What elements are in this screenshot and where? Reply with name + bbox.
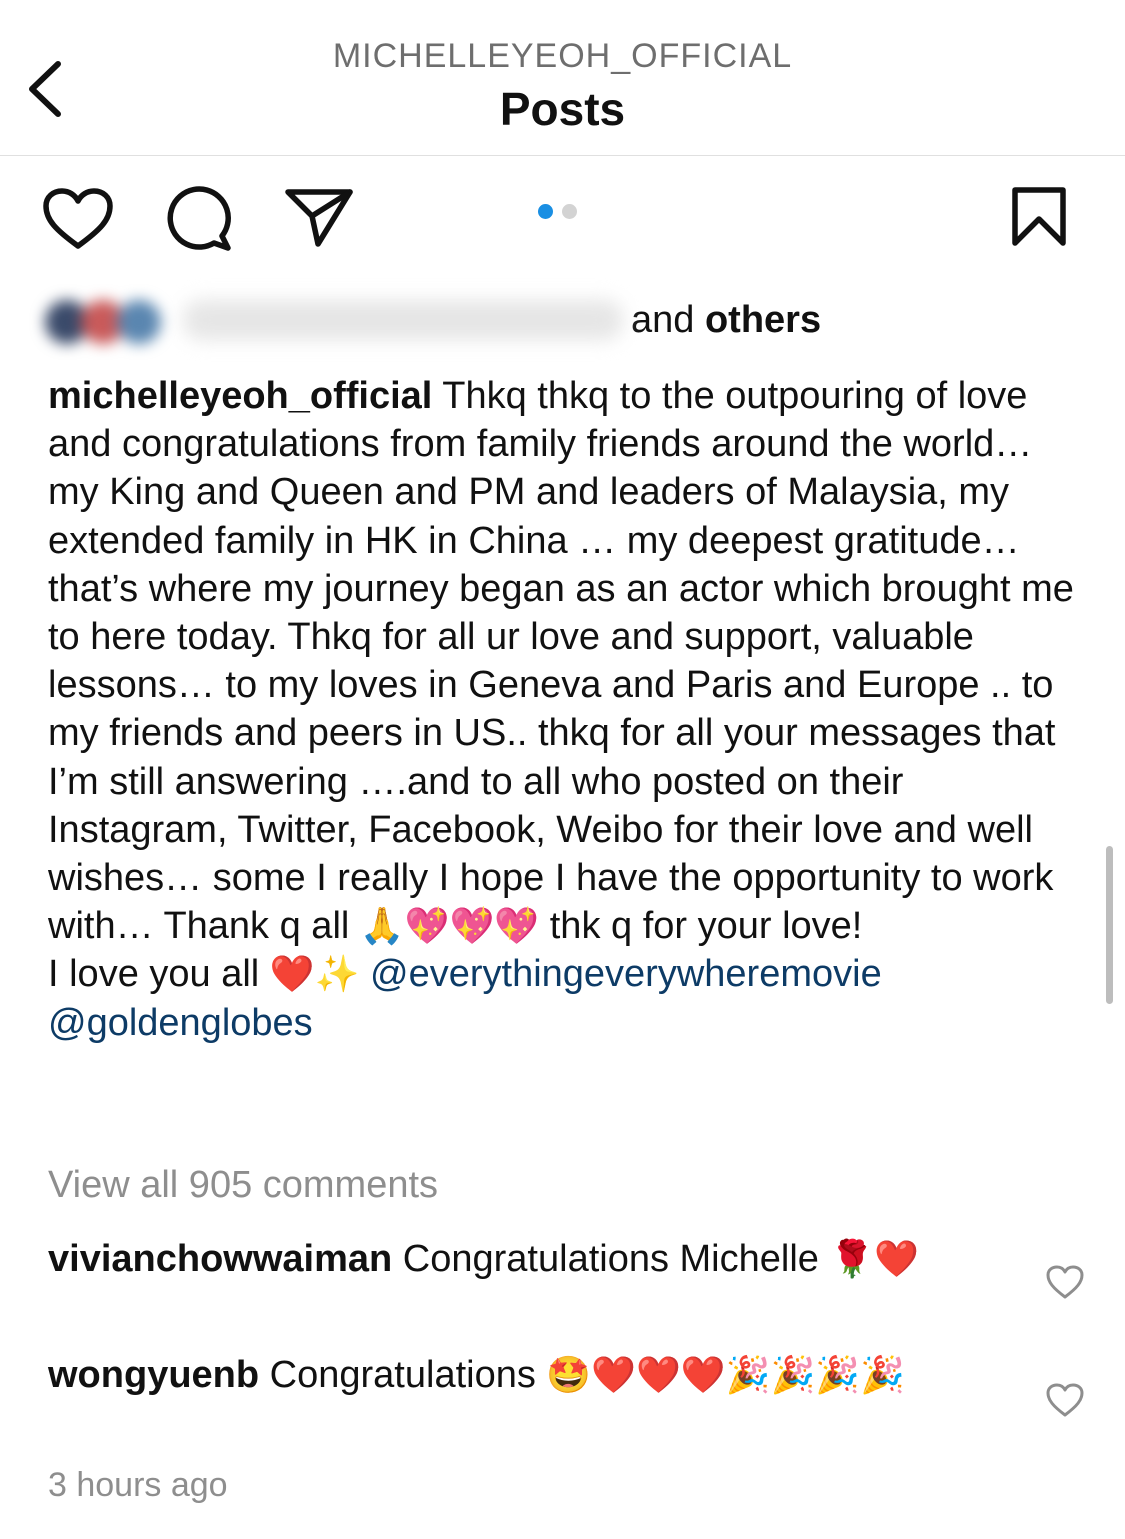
likes-text: and others: [631, 298, 822, 341]
carousel-dot-active: [538, 204, 553, 219]
share-icon[interactable]: [284, 186, 354, 250]
mention-link[interactable]: @goldenglobes: [48, 1002, 313, 1044]
bookmark-icon[interactable]: [1010, 186, 1068, 248]
comment-author[interactable]: vivianchowwaiman: [48, 1238, 392, 1280]
comment-item: vivianchowwaiman Congratulations Michell…: [48, 1230, 978, 1288]
comment-text: Congratulations Michelle: [402, 1238, 819, 1280]
caption-text-2: thk q for your love!: [549, 905, 863, 948]
caption-text: Thkq thkq to the outpouring of love and …: [48, 375, 1074, 948]
view-all-comments-link[interactable]: View all 905 comments: [48, 1164, 438, 1207]
comment-item: wongyuenb Congratulations 🤩❤️❤️❤️🎉🎉🎉🎉: [48, 1346, 978, 1404]
profile-username: MICHELLEYEOH_OFFICIAL: [332, 37, 793, 75]
post-caption: michelleyeoh_official Thkq thkq to the o…: [48, 372, 1078, 1047]
caption-author[interactable]: michelleyeoh_official: [48, 375, 432, 417]
page-title: Posts: [499, 83, 626, 135]
carousel-indicator: [538, 204, 586, 224]
comment-like-icon[interactable]: [1045, 1382, 1085, 1418]
caption-emojis-2: ❤️✨: [269, 953, 360, 995]
carousel-dot: [562, 204, 577, 219]
comment-emojis: 🌹❤️: [829, 1238, 920, 1279]
top-nav-bar: MICHELLEYEOH_OFFICIAL Posts: [0, 0, 1125, 156]
comment-text: Congratulations: [269, 1354, 536, 1396]
blurred-likers-text: [183, 300, 623, 340]
liker-avatars: [45, 288, 177, 352]
comment-emojis: 🤩❤️❤️❤️🎉🎉🎉🎉: [546, 1354, 905, 1395]
comment-icon[interactable]: [164, 186, 234, 252]
heart-icon[interactable]: [42, 188, 114, 250]
mention-link[interactable]: @everythingeverywheremovie: [370, 953, 882, 995]
caption-line-2: I love you all: [48, 953, 260, 996]
caption-emojis: 🙏💖💖💖: [359, 905, 540, 947]
scrollbar[interactable]: [1106, 846, 1113, 1004]
comment-like-icon[interactable]: [1045, 1264, 1085, 1300]
likes-summary[interactable]: and others: [45, 288, 821, 352]
comment-author[interactable]: wongyuenb: [48, 1354, 259, 1396]
post-timestamp: 3 hours ago: [48, 1466, 228, 1504]
